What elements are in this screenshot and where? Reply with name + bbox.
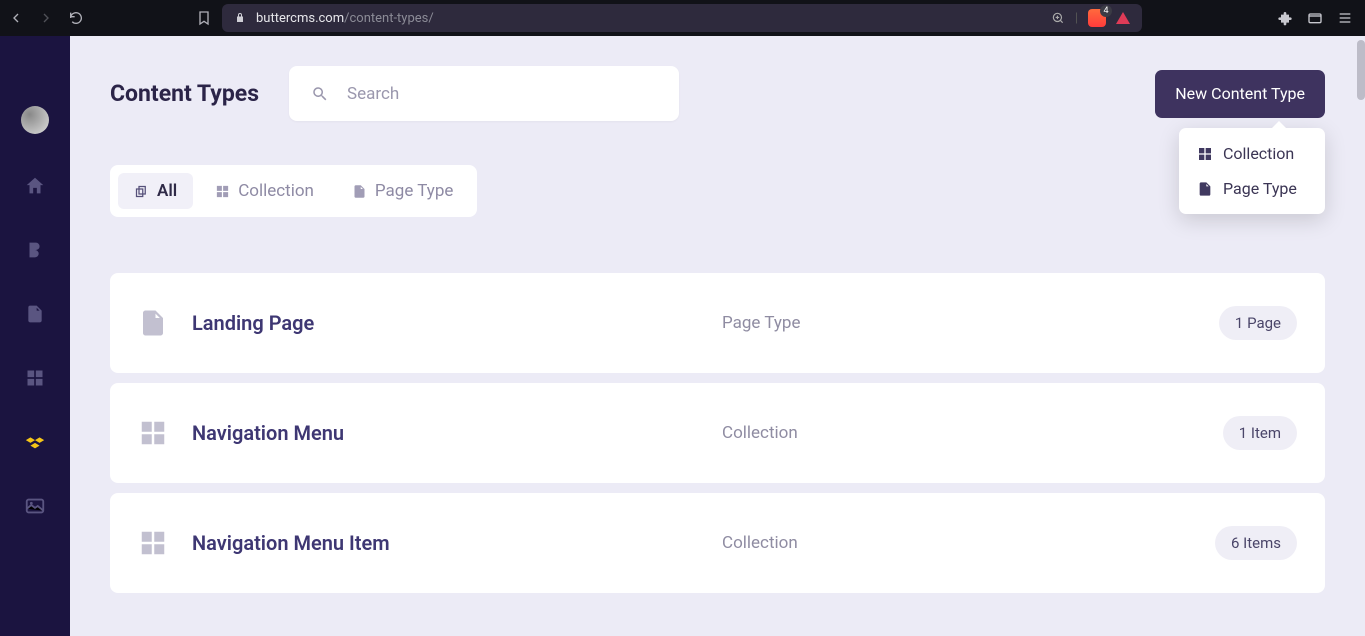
item-badge: 6 Items xyxy=(1215,526,1297,560)
nav-collections-icon[interactable] xyxy=(23,366,47,390)
shield-icon[interactable]: 4 xyxy=(1088,9,1106,27)
grid-icon xyxy=(138,528,168,558)
filter-label: All xyxy=(157,181,177,201)
list-item[interactable]: Navigation Menu Collection 1 Item xyxy=(110,383,1325,483)
search-icon xyxy=(311,85,329,103)
copy-icon xyxy=(134,184,149,199)
main-content: Content Types New Content Type Collectio… xyxy=(70,36,1365,636)
forward-icon[interactable] xyxy=(38,10,54,26)
list-item[interactable]: Navigation Menu Item Collection 6 Items xyxy=(110,493,1325,593)
wallet-icon[interactable] xyxy=(1307,10,1323,26)
menu-icon[interactable] xyxy=(1337,10,1353,26)
dropdown-item-collection[interactable]: Collection xyxy=(1179,136,1325,171)
filter-tabs: All Collection Page Type xyxy=(110,165,477,217)
header-row: Content Types New Content Type xyxy=(110,66,1325,121)
reload-icon[interactable] xyxy=(68,10,84,26)
lock-icon xyxy=(234,12,246,24)
filter-label: Collection xyxy=(238,181,314,201)
grid-icon xyxy=(1197,146,1213,162)
item-badge: 1 Item xyxy=(1223,416,1297,450)
bookmark-icon[interactable] xyxy=(196,10,212,26)
item-kind: Collection xyxy=(722,533,1215,553)
item-title: Navigation Menu Item xyxy=(192,531,722,555)
grid-icon xyxy=(138,418,168,448)
item-title: Landing Page xyxy=(192,311,722,335)
nav-blog-icon[interactable] xyxy=(23,238,47,262)
item-title: Navigation Menu xyxy=(192,421,722,445)
filter-label: Page Type xyxy=(375,181,453,201)
nav-content-types-icon[interactable] xyxy=(23,430,47,454)
item-kind: Page Type xyxy=(722,313,1219,333)
scrollbar[interactable] xyxy=(1357,36,1365,636)
new-content-type-button[interactable]: New Content Type xyxy=(1155,70,1325,118)
nav-pages-icon[interactable] xyxy=(23,302,47,326)
dropdown-label: Collection xyxy=(1223,144,1294,163)
filter-tab-all[interactable]: All xyxy=(118,173,193,209)
browser-chrome: buttercms.com/content-types/ | 4 xyxy=(0,0,1365,36)
page-icon xyxy=(138,308,168,338)
search-input[interactable] xyxy=(347,84,657,104)
url-bar[interactable]: buttercms.com/content-types/ | 4 xyxy=(222,4,1142,32)
zoom-icon[interactable] xyxy=(1051,11,1065,25)
dropdown-item-page-type[interactable]: Page Type xyxy=(1179,171,1325,206)
dropdown-label: Page Type xyxy=(1223,179,1297,198)
filter-tab-collection[interactable]: Collection xyxy=(199,173,330,209)
nav-media-icon[interactable] xyxy=(23,494,47,518)
url-path: /content-types/ xyxy=(344,11,434,26)
filter-tab-page-type[interactable]: Page Type xyxy=(336,173,469,209)
new-dropdown: Collection Page Type xyxy=(1179,128,1325,214)
nav-home-icon[interactable] xyxy=(23,174,47,198)
avatar[interactable] xyxy=(21,106,49,134)
item-kind: Collection xyxy=(722,423,1223,443)
page-icon xyxy=(1197,181,1213,197)
brave-icon[interactable] xyxy=(1116,12,1130,24)
sidebar xyxy=(0,36,70,636)
app-root: Content Types New Content Type Collectio… xyxy=(0,36,1365,636)
page-title: Content Types xyxy=(110,80,259,107)
page-icon xyxy=(352,184,367,199)
item-badge: 1 Page xyxy=(1219,306,1297,340)
content-types-list: Landing Page Page Type 1 Page Navigation… xyxy=(110,273,1325,593)
list-item[interactable]: Landing Page Page Type 1 Page xyxy=(110,273,1325,373)
back-icon[interactable] xyxy=(8,10,24,26)
grid-icon xyxy=(215,184,230,199)
extensions-icon[interactable] xyxy=(1277,10,1293,26)
shield-count: 4 xyxy=(1100,5,1112,17)
search-box[interactable] xyxy=(289,66,679,121)
scroll-thumb[interactable] xyxy=(1357,40,1365,100)
url-domain: buttercms.com xyxy=(256,11,344,26)
